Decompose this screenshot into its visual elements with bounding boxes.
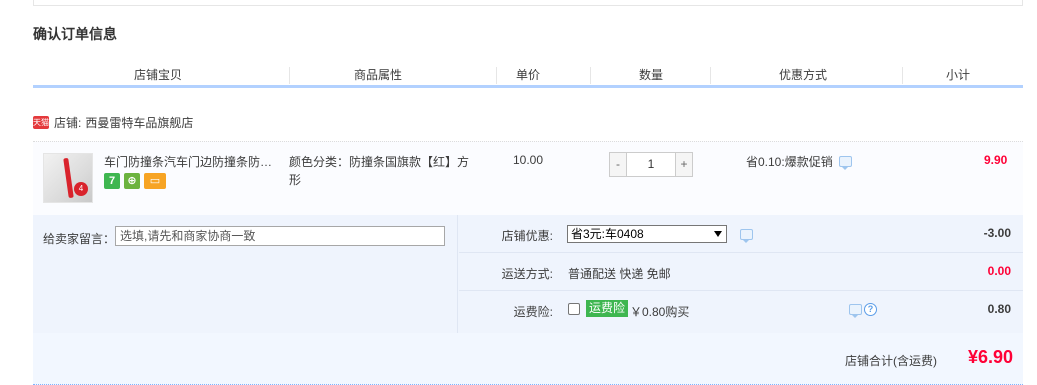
shop-prefix: 店铺: [54,116,82,130]
top-frame [33,0,1023,6]
help-icon[interactable]: ? [864,303,877,316]
product-image-badge: 4 [74,182,88,196]
shipping-method: 普通配送 快递 免邮 [568,267,671,281]
memo-input[interactable]: 选填,请先和商家协商一致 [115,226,445,246]
insurance-checkbox[interactable] [568,303,580,315]
item-row: 4 车门防撞条汽车门边防撞条防撞贴车门边防刮蹭防擦条 7 ⊕ ▭ 颜色分类：防撞… [33,141,1023,215]
insurance-icons: ? [849,303,877,318]
seven-day-return-icon[interactable]: 7 [104,173,120,189]
insurance-badge: 运费险 [586,300,629,317]
col-quantity: 数量 [638,68,663,82]
coupon-select[interactable]: 省3元:车0408 [567,225,727,243]
order-options: 给卖家留言： 选填,请先和商家协商一致 店铺优惠: 省3元:车0408 -3.0… [33,215,1023,333]
col-promotion: 优惠方式 [778,68,827,82]
total-amount: ¥6.90 [967,347,1013,367]
product-image-strip [63,157,74,199]
chevron-down-icon [714,231,722,237]
shop-discount-amount: -3.00 [983,226,1011,240]
shipping-label: 运送方式: [501,267,553,281]
order-confirm-page: 确认订单信息 店铺宝贝 商品属性 单价 数量 优惠方式 小计 天猫 店铺: 西曼… [0,0,1037,385]
header-divider [710,67,711,84]
memo-label: 给卖家留言： [43,232,116,246]
shop-total-bar: 店铺合计(含运费) ¥6.90 [33,333,1023,385]
section-title: 确认订单信息 [33,26,117,42]
memo-panel: 给卖家留言： 选填,请先和商家协商一致 [33,215,458,333]
qty-decrease-button[interactable]: - [609,152,627,177]
consumer-guarantee-icon[interactable]: ⊕ [124,173,140,189]
quantity-stepper: - 1 + [609,152,693,177]
credit-card-icon[interactable]: ▭ [144,173,166,189]
unit-price: 10.00 [513,153,544,167]
product-title-link[interactable]: 车门防撞条汽车门边防撞条防撞贴车门边防刮蹭防擦条 [104,153,284,170]
chat-icon[interactable] [740,229,753,243]
promotion: 省0.10:爆款促销 [746,153,852,170]
header-divider [496,67,497,84]
chat-icon[interactable] [838,156,852,170]
table-header: 店铺宝贝 商品属性 单价 数量 优惠方式 小计 [33,60,1023,88]
shipping-row: 运送方式: 普通配送 快递 免邮 0.00 [459,253,1023,291]
shop-name-link[interactable]: 西曼雷特车品旗舰店 [85,114,193,131]
item-subtotal: 9.90 [984,153,1008,167]
tmall-icon: 天猫 [33,116,49,129]
col-item: 店铺宝贝 [133,68,182,82]
shop-discount-row: 店铺优惠: 省3元:车0408 -3.00 [459,215,1023,253]
header-divider [590,67,591,84]
col-price: 单价 [515,68,540,82]
coupon-selected: 省3元:车0408 [571,227,644,241]
chat-icon[interactable] [849,304,862,318]
insurance-price: ￥0.80购买 [630,305,690,319]
header-divider [289,67,290,84]
shop-discount-label: 店铺优惠: [501,229,553,243]
insurance-row: 运费险: 运费险 ￥0.80购买 ? 0.80 [459,291,1023,333]
shop-info: 天猫 店铺: 西曼雷特车品旗舰店 [33,114,193,131]
shipping-amount: 0.00 [987,264,1011,278]
col-attributes: 商品属性 [353,68,402,82]
total-label: 店铺合计(含运费) [845,354,937,368]
col-subtotal: 小计 [945,68,970,82]
product-attributes: 颜色分类：防撞条国旗款【红】方形 [289,155,470,187]
qty-increase-button[interactable]: + [675,152,693,177]
promotion-text: 省0.10:爆款促销 [746,155,833,169]
qty-input[interactable]: 1 [627,152,675,177]
insurance-amount: 0.80 [987,302,1011,316]
product-thumbnail[interactable]: 4 [43,153,93,203]
header-divider [902,67,903,84]
service-icons: 7 ⊕ ▭ [104,173,166,189]
insurance-label: 运费险: [513,305,553,319]
